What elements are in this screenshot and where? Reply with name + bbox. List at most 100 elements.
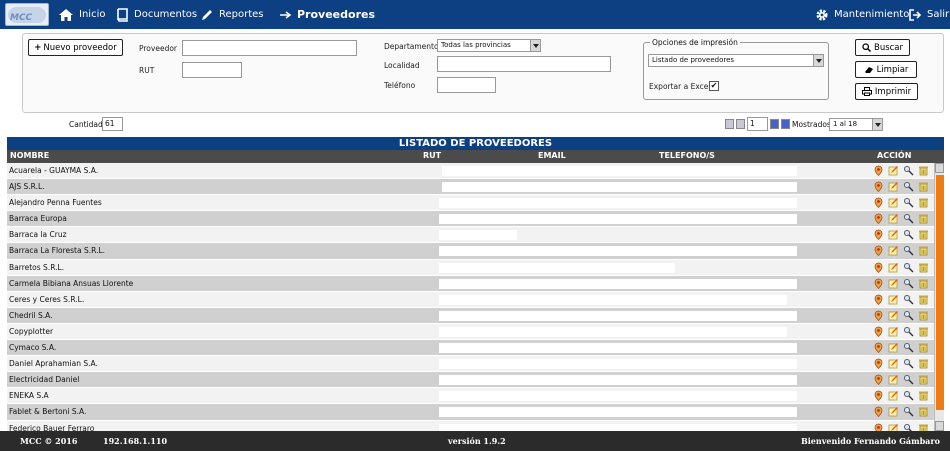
export-excel-checkbox[interactable]: ✔ xyxy=(709,81,719,91)
edit-icon[interactable] xyxy=(888,406,899,419)
print-option-select[interactable]: Listado de proveedores xyxy=(648,54,824,67)
edit-icon[interactable] xyxy=(888,294,899,307)
edit-icon[interactable] xyxy=(888,165,899,178)
map-pin-icon[interactable] xyxy=(873,423,884,431)
map-pin-icon[interactable] xyxy=(873,213,884,226)
table-row[interactable]: Alejandro Penna Fuentes xyxy=(7,195,944,212)
map-pin-icon[interactable] xyxy=(873,181,884,194)
edit-icon[interactable] xyxy=(888,245,899,258)
map-pin-icon[interactable] xyxy=(873,294,884,307)
nav-salir[interactable]: Salir xyxy=(908,0,949,29)
prev-page-button[interactable] xyxy=(736,119,745,129)
search-icon[interactable] xyxy=(903,358,914,371)
map-pin-icon[interactable] xyxy=(873,165,884,178)
localidad-input[interactable] xyxy=(437,56,611,72)
table-row[interactable]: Federico Bauer Ferraro xyxy=(7,420,944,431)
map-pin-icon[interactable] xyxy=(873,229,884,242)
map-pin-icon[interactable] xyxy=(873,358,884,371)
search-icon[interactable] xyxy=(903,326,914,339)
map-pin-icon[interactable] xyxy=(873,262,884,275)
edit-icon[interactable] xyxy=(888,262,899,275)
departamento-select[interactable]: Todas las provincias xyxy=(437,39,541,52)
trash-icon[interactable] xyxy=(918,278,929,291)
trash-icon[interactable] xyxy=(918,197,929,210)
search-icon[interactable] xyxy=(903,423,914,431)
edit-icon[interactable] xyxy=(888,374,899,387)
edit-icon[interactable] xyxy=(888,423,899,431)
search-icon[interactable] xyxy=(903,165,914,178)
edit-icon[interactable] xyxy=(888,342,899,355)
search-icon[interactable] xyxy=(903,245,914,258)
map-pin-icon[interactable] xyxy=(873,245,884,258)
search-icon[interactable] xyxy=(903,390,914,403)
trash-icon[interactable] xyxy=(918,390,929,403)
table-row[interactable]: Barraca la Cruz xyxy=(7,227,944,244)
table-row[interactable]: Cymaco S.A. xyxy=(7,340,944,357)
nav-reportes[interactable]: Reportes xyxy=(200,0,264,29)
trash-icon[interactable] xyxy=(918,165,929,178)
imprimir-button[interactable]: Imprimir xyxy=(855,83,918,100)
edit-icon[interactable] xyxy=(888,278,899,291)
limpiar-button[interactable]: Limpiar xyxy=(855,61,917,78)
search-icon[interactable] xyxy=(903,374,914,387)
scroll-thumb[interactable] xyxy=(936,175,944,410)
table-row[interactable]: Ceres y Ceres S.R.L. xyxy=(7,291,944,308)
table-row[interactable]: Daniel Aprahamian S.A. xyxy=(7,356,944,373)
telefono-input[interactable] xyxy=(437,77,496,93)
edit-icon[interactable] xyxy=(888,197,899,210)
trash-icon[interactable] xyxy=(918,310,929,323)
rut-input[interactable] xyxy=(182,62,242,78)
col-email[interactable]: EMAIL xyxy=(538,151,566,160)
scroll-down-arrow[interactable] xyxy=(935,421,944,431)
search-icon[interactable] xyxy=(903,310,914,323)
map-pin-icon[interactable] xyxy=(873,310,884,323)
search-icon[interactable] xyxy=(903,181,914,194)
map-pin-icon[interactable] xyxy=(873,406,884,419)
buscar-button[interactable]: Buscar xyxy=(855,39,910,56)
edit-icon[interactable] xyxy=(888,229,899,242)
edit-icon[interactable] xyxy=(888,310,899,323)
trash-icon[interactable] xyxy=(918,181,929,194)
map-pin-icon[interactable] xyxy=(873,197,884,210)
edit-icon[interactable] xyxy=(888,181,899,194)
nav-mantenimiento[interactable]: Mantenimiento xyxy=(815,0,909,29)
trash-icon[interactable] xyxy=(918,406,929,419)
search-icon[interactable] xyxy=(903,213,914,226)
last-page-button[interactable] xyxy=(781,119,790,129)
table-row[interactable]: AJS S.R.L. xyxy=(7,179,944,196)
search-icon[interactable] xyxy=(903,229,914,242)
col-rut[interactable]: RUT xyxy=(423,151,441,160)
trash-icon[interactable] xyxy=(918,294,929,307)
search-icon[interactable] xyxy=(903,342,914,355)
table-row[interactable]: Acuarela - GUAYMA S.A. xyxy=(7,163,944,180)
table-row[interactable]: Barraca Europa xyxy=(7,211,944,228)
trash-icon[interactable] xyxy=(918,229,929,242)
map-pin-icon[interactable] xyxy=(873,390,884,403)
edit-icon[interactable] xyxy=(888,390,899,403)
first-page-button[interactable] xyxy=(725,119,734,129)
table-row[interactable]: Chedril S.A. xyxy=(7,307,944,324)
table-row[interactable]: Barraca La Floresta S.R.L. xyxy=(7,243,944,260)
table-row[interactable]: ENEKA S.A xyxy=(7,388,944,405)
page-input[interactable]: 1 xyxy=(747,117,768,131)
trash-icon[interactable] xyxy=(918,245,929,258)
search-icon[interactable] xyxy=(903,294,914,307)
trash-icon[interactable] xyxy=(918,262,929,275)
mcc-logo[interactable]: MCC xyxy=(5,3,49,26)
mostrados-select[interactable]: 1 al 18 xyxy=(829,118,883,131)
col-nombre[interactable]: NOMBRE xyxy=(10,151,49,160)
map-pin-icon[interactable] xyxy=(873,278,884,291)
search-icon[interactable] xyxy=(903,406,914,419)
map-pin-icon[interactable] xyxy=(873,374,884,387)
trash-icon[interactable] xyxy=(918,342,929,355)
trash-icon[interactable] xyxy=(918,358,929,371)
trash-icon[interactable] xyxy=(918,213,929,226)
edit-icon[interactable] xyxy=(888,213,899,226)
search-icon[interactable] xyxy=(903,278,914,291)
nav-documentos[interactable]: Documentos xyxy=(115,0,197,29)
col-telefono[interactable]: TELEFONO/S xyxy=(659,151,715,160)
map-pin-icon[interactable] xyxy=(873,342,884,355)
trash-icon[interactable] xyxy=(918,374,929,387)
table-scrollbar[interactable] xyxy=(934,163,944,431)
search-icon[interactable] xyxy=(903,197,914,210)
